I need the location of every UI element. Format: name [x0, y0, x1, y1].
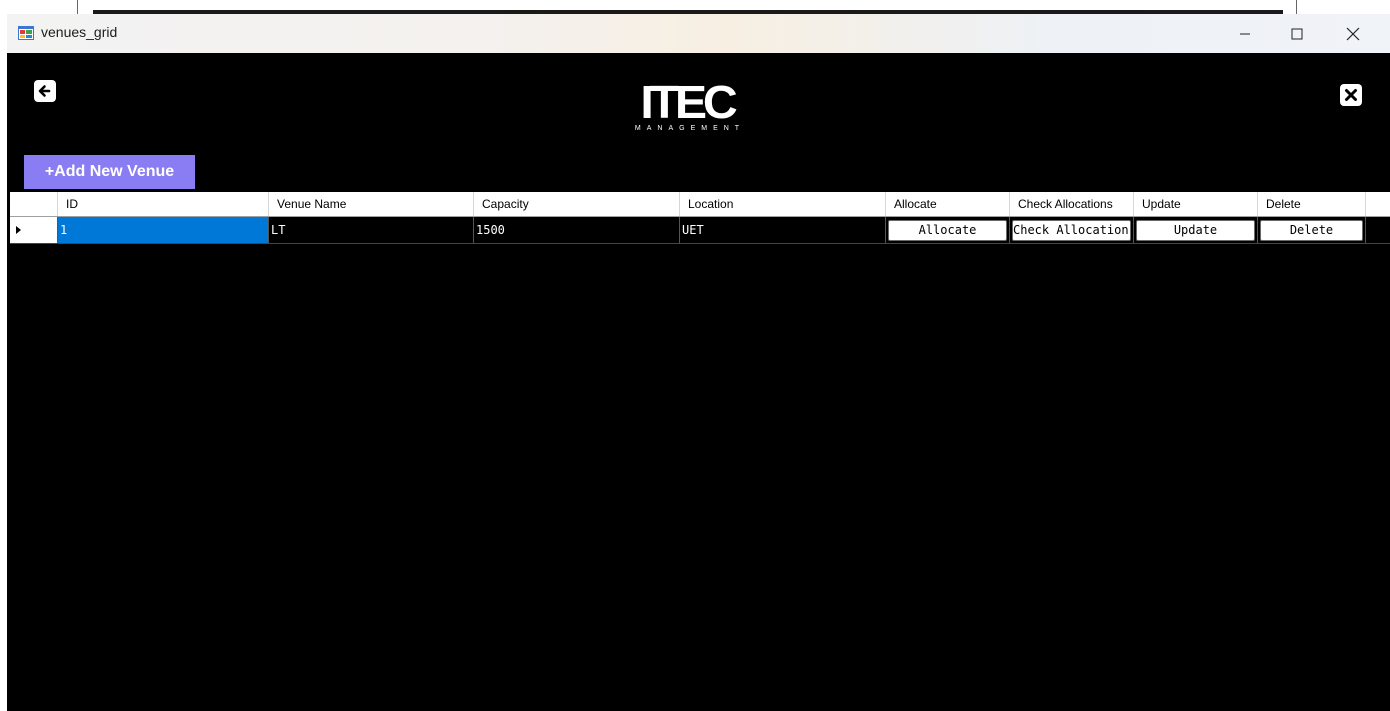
- row-header[interactable]: [10, 217, 58, 243]
- main-content: ITEC MANAGEMENT +Add New Venue ID Venue …: [7, 53, 1390, 711]
- background-divider: [77, 0, 78, 14]
- cell-venue-name[interactable]: LT: [269, 217, 474, 243]
- close-icon: [1346, 27, 1360, 40]
- delete-button[interactable]: Delete: [1260, 219, 1363, 241]
- cell-location[interactable]: UET: [680, 217, 886, 243]
- column-header-delete[interactable]: Delete: [1258, 192, 1366, 216]
- cell-capacity[interactable]: 1500: [474, 217, 680, 243]
- column-header-venue-name[interactable]: Venue Name: [269, 192, 474, 216]
- logo-main-text: ITEC: [640, 76, 737, 128]
- venues-window: venues_grid ITEC MANAGEMENT +Add New Ven…: [7, 14, 1390, 711]
- minimize-button[interactable]: [1222, 14, 1268, 53]
- row-header-corner: [10, 192, 58, 216]
- table-row[interactable]: 1 LT 1500 UET Allocate Check Allocation …: [10, 217, 1390, 244]
- cell-update: Update: [1134, 217, 1258, 243]
- close-square-icon: [1340, 84, 1362, 106]
- add-new-venue-button[interactable]: +Add New Venue: [24, 155, 195, 189]
- close-button[interactable]: [1340, 84, 1362, 106]
- check-allocations-button[interactable]: Check Allocation: [1012, 219, 1131, 241]
- column-header-check-allocations[interactable]: Check Allocations: [1010, 192, 1134, 216]
- cell-delete: Delete: [1258, 217, 1366, 243]
- allocate-button[interactable]: Allocate: [888, 219, 1007, 241]
- minimize-icon: [1240, 33, 1250, 34]
- background-window-strip: [0, 0, 1390, 14]
- cell-check-allocations: Check Allocation: [1010, 217, 1134, 243]
- current-row-indicator-icon: [16, 226, 21, 234]
- window-title: venues_grid: [41, 24, 118, 40]
- arrow-left-icon: [34, 80, 56, 102]
- window-close-button[interactable]: [1330, 14, 1376, 53]
- column-header-update[interactable]: Update: [1134, 192, 1258, 216]
- column-header-allocate[interactable]: Allocate: [886, 192, 1010, 216]
- column-header-location[interactable]: Location: [680, 192, 886, 216]
- maximize-button[interactable]: [1274, 14, 1320, 53]
- cell-allocate: Allocate: [886, 217, 1010, 243]
- grid-header: ID Venue Name Capacity Location Allocate…: [10, 192, 1390, 217]
- column-header-id[interactable]: ID: [58, 192, 269, 216]
- venues-grid[interactable]: ID Venue Name Capacity Location Allocate…: [10, 192, 1390, 244]
- update-button[interactable]: Update: [1136, 219, 1255, 241]
- back-button[interactable]: [34, 80, 56, 102]
- column-header-capacity[interactable]: Capacity: [474, 192, 680, 216]
- background-divider: [1296, 0, 1297, 14]
- itec-logo: ITEC MANAGEMENT: [612, 77, 762, 137]
- maximize-icon: [1291, 28, 1303, 39]
- title-bar[interactable]: venues_grid: [7, 14, 1390, 53]
- cell-id[interactable]: 1: [58, 217, 269, 243]
- app-icon: [18, 26, 34, 40]
